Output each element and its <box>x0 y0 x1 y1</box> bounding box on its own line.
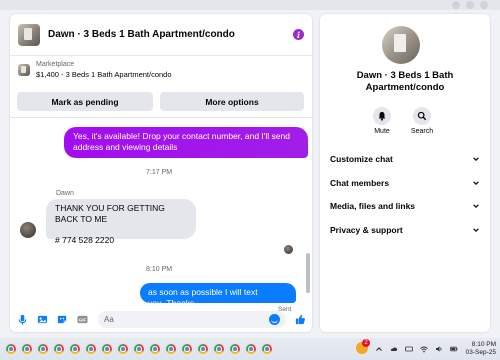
window-control-icon[interactable] <box>466 1 474 9</box>
bell-icon <box>378 111 386 121</box>
incoming-line: THANK YOU FOR GETTING BACK TO ME <box>55 203 165 224</box>
incoming-line: # 774 528 2220 <box>55 235 115 245</box>
chat-title[interactable]: Dawn · 3 Beds 1 Bath Apartment/condo <box>48 29 293 40</box>
mute-button[interactable]: Mute <box>362 107 402 135</box>
window-control-icon[interactable] <box>480 1 488 9</box>
search-button[interactable]: Search <box>402 107 442 135</box>
search-icon <box>417 111 427 121</box>
outgoing-message[interactable]: as soon as possible I will text you..Tha… <box>140 283 296 308</box>
chevron-down-icon <box>473 157 479 162</box>
listing-thumbnail[interactable] <box>18 23 40 46</box>
clock-date: 03-Sep-25 <box>465 349 496 356</box>
listing-small-thumbnail <box>18 64 30 76</box>
weather-widget[interactable]: 2 <box>356 339 370 354</box>
microphone-icon[interactable] <box>16 313 28 325</box>
panel-title: Dawn · 3 Beds 1 Bath Apartment/condo <box>356 70 454 93</box>
chrome-icon[interactable] <box>198 344 208 354</box>
chat-panel: Dawn · 3 Beds 1 Bath Apartment/condo i M… <box>10 14 312 332</box>
chrome-icon[interactable] <box>54 344 64 354</box>
sender-avatar[interactable] <box>20 222 36 238</box>
marketplace-listing[interactable]: Marketplace $1,400 - 3 Beds 1 Bath Apart… <box>18 60 172 80</box>
search-label: Search <box>410 128 434 135</box>
message-input[interactable]: Aa <box>98 310 286 328</box>
window-control-icon[interactable] <box>452 1 460 9</box>
chevron-up-icon[interactable] <box>375 345 383 353</box>
message-composer: GIF Aa <box>10 306 312 332</box>
taskbar: 8:10 PM 03-Sep-25 <box>0 338 500 360</box>
chrome-icon[interactable] <box>22 344 32 354</box>
message-input-placeholder: Aa <box>104 314 114 324</box>
keyboard-icon[interactable] <box>404 345 413 353</box>
chrome-icon[interactable] <box>70 344 80 354</box>
svg-text:GIF: GIF <box>78 317 86 322</box>
marketplace-label: Marketplace <box>36 61 75 68</box>
gif-icon[interactable]: GIF <box>76 313 88 325</box>
conversation-info-panel: Dawn · 3 Beds 1 Bath Apartment/condo Mut… <box>320 14 490 332</box>
thumbs-up-icon[interactable] <box>294 313 306 325</box>
sticker-icon[interactable] <box>56 313 68 325</box>
cloud-icon[interactable] <box>390 345 398 353</box>
info-icon[interactable]: i <box>293 29 304 40</box>
chrome-icon[interactable] <box>118 344 128 354</box>
message-list[interactable]: Yes, it's available! Drop your contact n… <box>10 117 312 313</box>
chevron-down-icon <box>473 228 479 233</box>
section-label: Chat members <box>330 178 390 188</box>
seen-avatar <box>284 245 293 254</box>
chevron-down-icon <box>473 181 479 186</box>
notification-badge: 2 <box>362 339 370 347</box>
section-privacy-support[interactable]: Privacy & support <box>330 222 480 238</box>
scrollbar[interactable] <box>306 253 310 293</box>
wifi-icon[interactable] <box>419 345 428 353</box>
system-tray: 8:10 PM 03-Sep-25 <box>368 338 496 360</box>
sender-name: Dawn <box>56 190 74 197</box>
chrome-icon[interactable] <box>86 344 96 354</box>
timestamp: 8:10 PM <box>146 266 173 273</box>
more-options-button[interactable]: More options <box>160 92 304 111</box>
battery-icon[interactable] <box>449 345 458 353</box>
chrome-icon[interactable] <box>6 344 16 354</box>
chrome-icon[interactable] <box>214 344 224 354</box>
photo-icon[interactable] <box>36 313 48 325</box>
mark-as-pending-button[interactable]: Mark as pending <box>17 92 153 111</box>
listing-photo[interactable] <box>382 26 420 64</box>
chrome-icon[interactable] <box>230 344 240 354</box>
listing-detail: $1,400 - 3 Beds 1 Bath Apartment/condo <box>36 70 172 79</box>
section-label: Media, files and links <box>330 201 416 211</box>
section-label: Privacy & support <box>330 225 403 235</box>
incoming-message[interactable]: THANK YOU FOR GETTING BACK TO ME # 774 5… <box>46 199 196 245</box>
chrome-icon[interactable] <box>102 344 112 354</box>
chrome-icon[interactable] <box>38 344 48 354</box>
chat-header: Dawn · 3 Beds 1 Bath Apartment/condo i <box>10 14 312 56</box>
mute-label: Mute <box>374 128 390 135</box>
chrome-icon[interactable] <box>246 344 256 354</box>
section-customize-chat[interactable]: Customize chat <box>330 151 480 167</box>
section-chat-members[interactable]: Chat members <box>330 175 480 191</box>
top-strip <box>0 0 500 10</box>
taskbar-clock[interactable]: 8:10 PM 03-Sep-25 <box>466 341 496 357</box>
timestamp: 7:17 PM <box>146 169 173 176</box>
chrome-icon[interactable] <box>262 344 272 354</box>
volume-icon[interactable] <box>435 345 443 353</box>
chrome-icon[interactable] <box>134 344 144 354</box>
clock-time: 8:10 PM <box>471 341 496 348</box>
section-media-files-links[interactable]: Media, files and links <box>330 198 480 214</box>
section-label: Customize chat <box>330 154 393 164</box>
emoji-icon[interactable] <box>269 313 280 325</box>
chrome-icon[interactable] <box>166 344 176 354</box>
outgoing-message[interactable]: Yes, it's available! Drop your contact n… <box>64 127 308 158</box>
chrome-icon[interactable] <box>182 344 192 354</box>
chevron-down-icon <box>473 204 479 209</box>
chrome-icon[interactable] <box>150 344 160 354</box>
